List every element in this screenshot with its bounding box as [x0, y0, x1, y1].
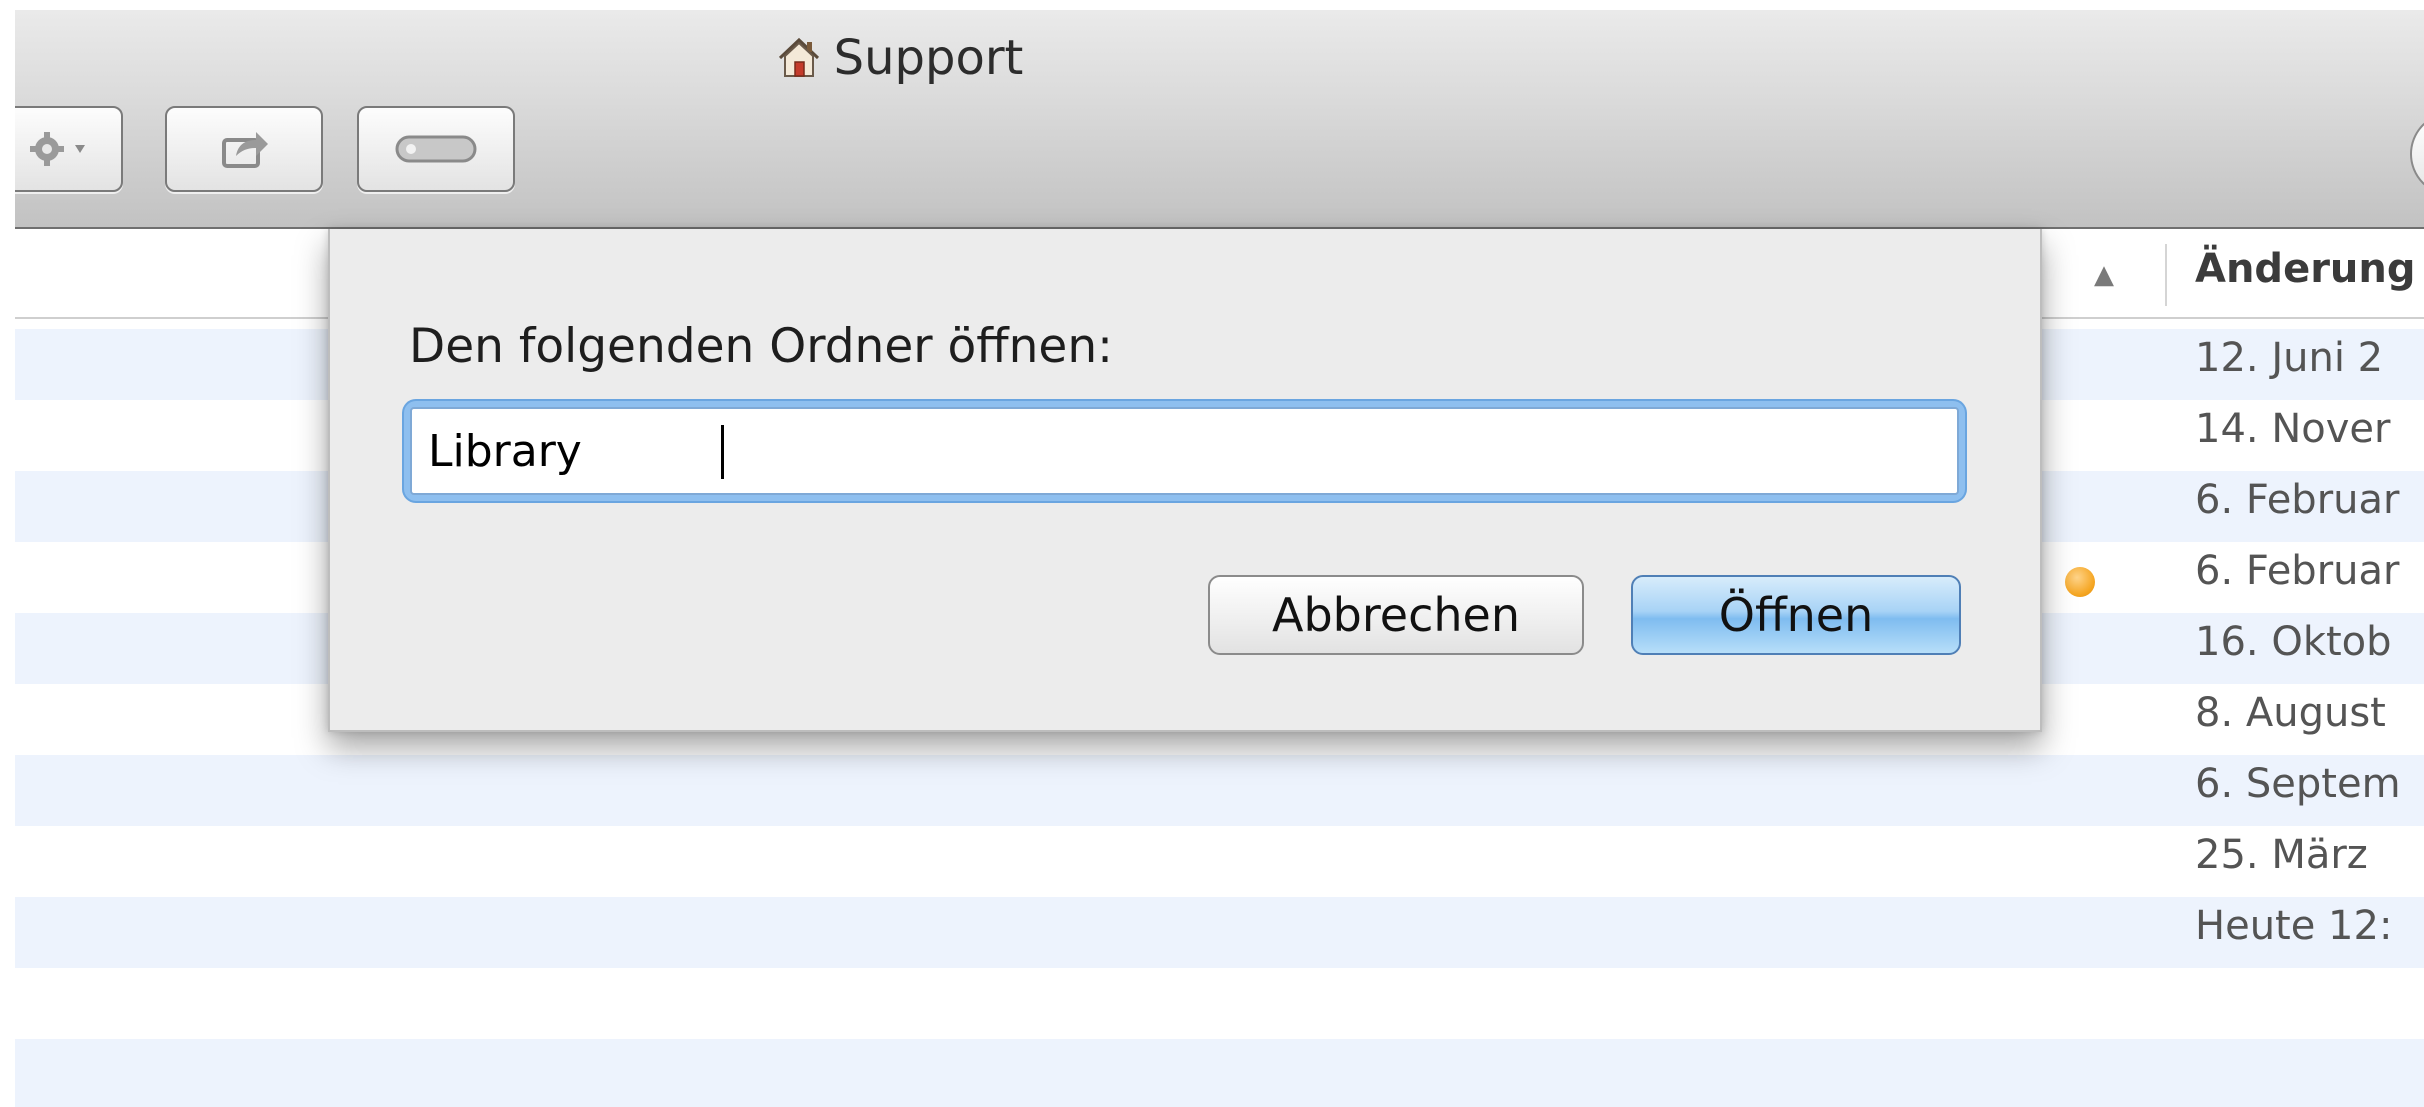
action-button[interactable] — [15, 106, 123, 192]
toolbar-toggle-button[interactable] — [357, 106, 515, 192]
date-modified-column-header[interactable]: Änderung — [2195, 246, 2416, 292]
share-icon — [222, 132, 268, 168]
search-button[interactable] — [2410, 112, 2424, 196]
list-row — [15, 968, 2424, 1039]
orange-tag-icon — [2065, 567, 2095, 597]
sort-arrow-icon: ▲ — [2094, 260, 2114, 290]
open-button[interactable]: Öffnen — [1631, 575, 1961, 655]
row-date: 16. Oktob — [2195, 619, 2392, 665]
row-date: Heute 12: — [2195, 903, 2393, 949]
list-row[interactable]: Heute 12: — [15, 897, 2424, 968]
finder-window: Support ▲ Änderung 12. Juni 2 14. Nover … — [15, 0, 2424, 1107]
window-toolbar: Support — [15, 0, 2424, 229]
toolbar-toggle-icon — [395, 135, 477, 163]
go-to-folder-label: Den folgenden Ordner öffnen: — [409, 319, 1113, 374]
go-to-folder-sheet: Den folgenden Ordner öffnen: Abbrechen Ö… — [328, 229, 2042, 732]
toolbar-highlight — [15, 0, 2424, 10]
window-title: Support — [15, 28, 2104, 88]
row-date: 14. Nover — [2195, 406, 2391, 452]
share-button[interactable] — [165, 106, 323, 192]
row-date: 6. Februar — [2195, 548, 2400, 594]
column-divider — [2165, 244, 2167, 306]
folder-path-field[interactable] — [410, 407, 1959, 495]
list-row — [15, 1039, 2424, 1107]
chevron-down-icon — [75, 145, 85, 153]
home-icon — [778, 37, 819, 77]
gear-icon — [30, 132, 85, 166]
row-date: 8. August — [2195, 690, 2386, 736]
text-caret — [721, 425, 724, 479]
row-date: 6. Februar — [2195, 477, 2400, 523]
sort-indicator[interactable]: ▲ — [2085, 260, 2123, 290]
cancel-button[interactable]: Abbrechen — [1208, 575, 1584, 655]
row-date: 12. Juni 2 — [2195, 335, 2384, 381]
row-date: 6. Septem — [2195, 761, 2401, 807]
list-row[interactable]: 6. Septem — [15, 755, 2424, 826]
folder-path-field-wrapper — [410, 407, 1959, 495]
row-date: 25. März — [2195, 832, 2368, 878]
window-title-text: Support — [833, 30, 1024, 86]
list-row[interactable]: 25. März — [15, 826, 2424, 897]
